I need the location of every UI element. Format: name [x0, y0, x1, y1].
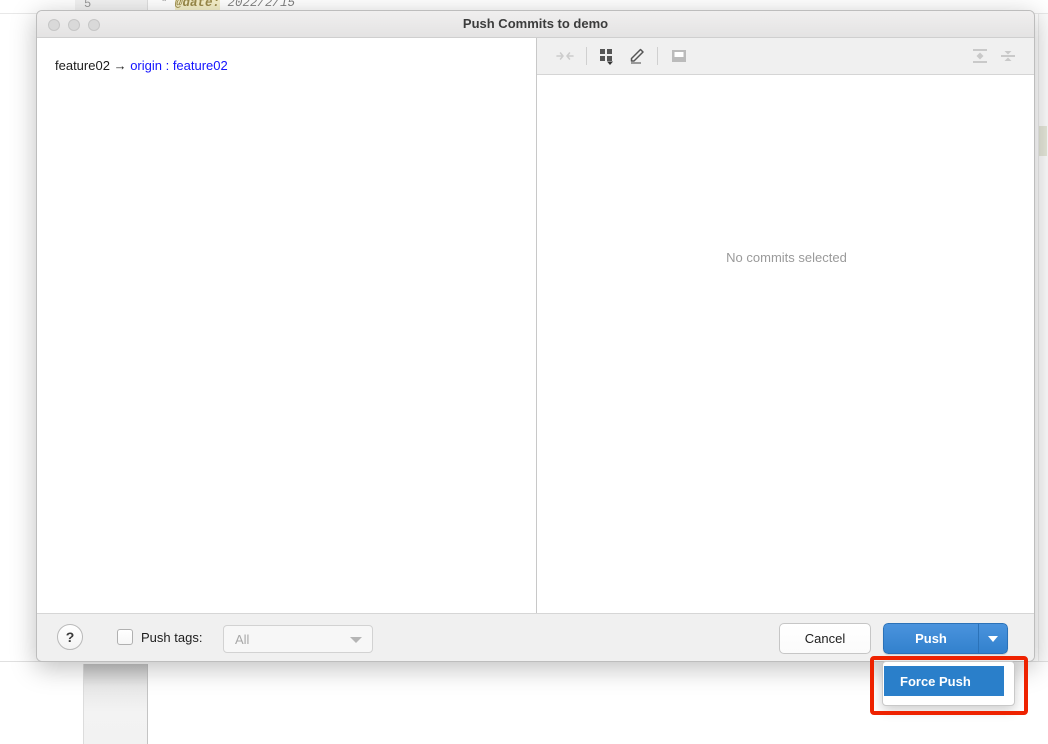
push-tags-checkbox[interactable] [117, 629, 133, 645]
code-comment-prefix: * [160, 0, 176, 10]
dialog-body: feature02 → origin : feature02 No commit… [37, 38, 1034, 613]
arrow-icon: → [113, 58, 127, 73]
details-toolbar [537, 38, 1034, 75]
cancel-button[interactable]: Cancel [779, 623, 871, 654]
scrollbar-marker [1039, 126, 1047, 156]
collapse-all-icon[interactable] [994, 44, 1022, 68]
push-tags-select[interactable]: All [223, 625, 373, 653]
push-button[interactable]: Push [883, 623, 978, 654]
commit-details-panel: No commits selected [537, 38, 1034, 613]
menu-item-force-push[interactable]: Force Push [884, 666, 1004, 696]
editor-code-line: * @date: 2022/2/15 [160, 0, 295, 10]
push-tags-select-value: All [235, 632, 250, 647]
push-dropdown-menu: Force Push [882, 661, 1015, 706]
push-split-button: Push [883, 623, 1008, 654]
editor-gutter-bottom [83, 664, 148, 744]
collapse-arrows-icon [551, 44, 579, 68]
push-commits-dialog: Push Commits to demo feature02 → origin … [36, 10, 1035, 662]
dialog-footer: ? Push tags: All Cancel Push [37, 613, 1034, 661]
expand-all-icon[interactable] [966, 44, 994, 68]
local-branch-label: feature02 [55, 58, 110, 73]
toolbar-divider-1 [586, 47, 587, 65]
grid-layout-icon[interactable] [594, 44, 622, 68]
dialog-titlebar[interactable]: Push Commits to demo [37, 11, 1034, 38]
dialog-title: Push Commits to demo [462, 16, 609, 31]
push-tags-label: Push tags: [141, 630, 203, 645]
pencil-edit-icon[interactable] [622, 44, 650, 68]
help-button[interactable]: ? [57, 624, 83, 650]
panel-layout-icon[interactable] [665, 44, 693, 68]
branch-mapping-row[interactable]: feature02 → origin : feature02 [55, 58, 228, 73]
chevron-down-icon [988, 635, 998, 642]
toolbar-divider-2 [657, 47, 658, 65]
remote-branch-label[interactable]: origin : feature02 [130, 58, 228, 73]
code-tag-highlight: @date: [175, 0, 221, 10]
push-dropdown-button[interactable] [978, 623, 1008, 654]
commit-list-panel[interactable]: feature02 → origin : feature02 [37, 38, 537, 613]
editor-scrollbar-track[interactable] [1038, 14, 1048, 662]
chevron-down-icon [350, 637, 362, 643]
empty-state-message: No commits selected [726, 250, 847, 265]
code-date-value: 2022/2/15 [220, 0, 296, 10]
